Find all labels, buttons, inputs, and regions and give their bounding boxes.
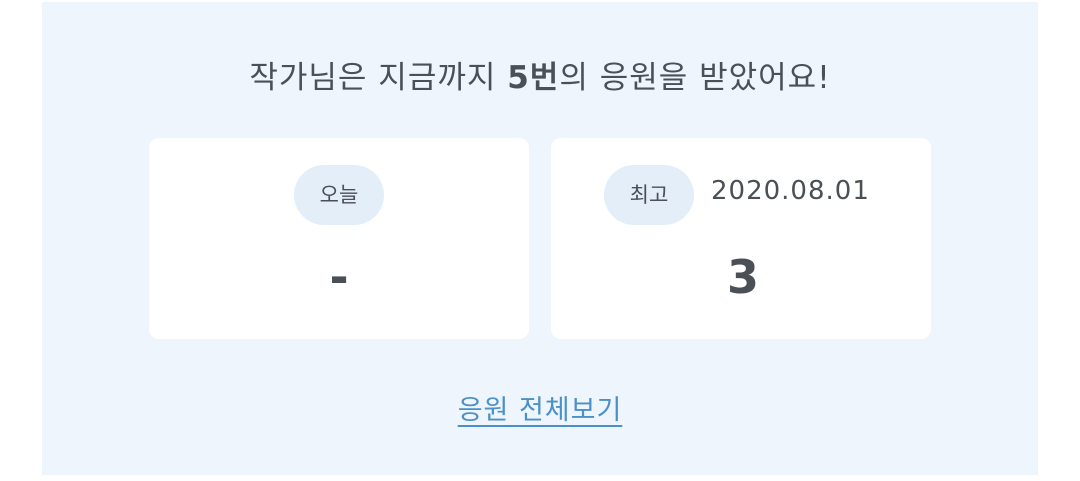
best-support-value: 3 xyxy=(726,250,759,304)
best-support-card: 최고 2020.08.01 3 xyxy=(551,138,931,339)
headline-prefix: 작가님은 지금까지 xyxy=(249,60,508,96)
best-support-date: 2020.08.01 xyxy=(711,176,870,206)
headline-suffix: 의 응원을 받았어요! xyxy=(559,60,831,96)
support-count: 5번 xyxy=(507,60,560,96)
support-summary-panel: 작가님은 지금까지 5번의 응원을 받았어요! 오늘 - 최고 2020.08.… xyxy=(42,2,1038,475)
view-all-support-link-row: 응원 전체보기 xyxy=(42,388,1038,427)
today-support-value: - xyxy=(329,250,349,304)
today-label: 오늘 xyxy=(294,165,384,225)
support-summary-headline: 작가님은 지금까지 5번의 응원을 받았어요! xyxy=(42,52,1038,97)
view-all-support-link[interactable]: 응원 전체보기 xyxy=(458,395,623,426)
today-support-card: 오늘 - xyxy=(149,138,529,339)
best-label: 최고 xyxy=(604,165,694,225)
